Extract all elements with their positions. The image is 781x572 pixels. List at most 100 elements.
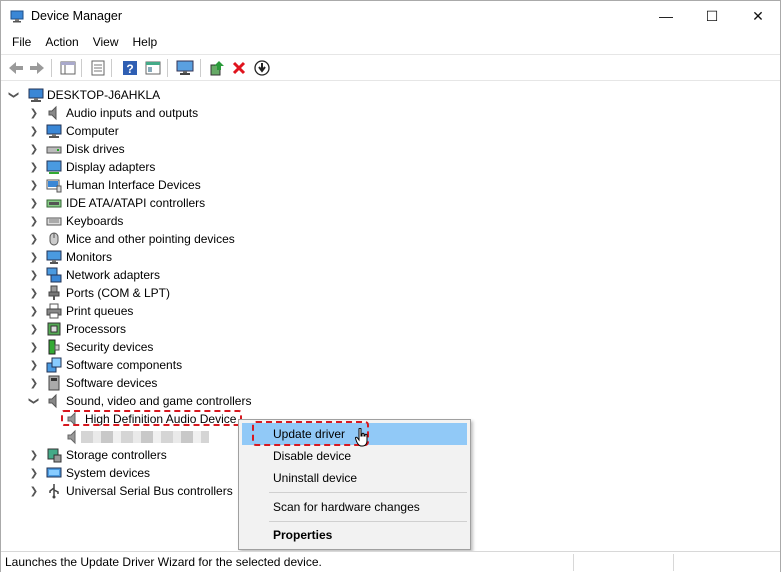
- update-driver-icon[interactable]: [208, 59, 226, 77]
- chevron-right-icon[interactable]: ❯: [29, 230, 39, 248]
- chevron-right-icon[interactable]: ❯: [29, 356, 39, 374]
- monitor-icon: [46, 250, 62, 264]
- status-divider: [573, 554, 574, 571]
- tree-item-label: Disk drives: [66, 142, 125, 156]
- chevron-right-icon[interactable]: ❯: [29, 212, 39, 230]
- tree-item-security-devices[interactable]: ❯ Security devices: [1, 338, 401, 356]
- tree-item-ports[interactable]: ❯ Ports (COM & LPT): [1, 284, 401, 302]
- tree-item-hid[interactable]: ❯ Human Interface Devices: [1, 176, 401, 194]
- chevron-right-icon[interactable]: ❯: [29, 338, 39, 356]
- disk-drive-icon: [46, 146, 62, 154]
- storage-icon: [47, 448, 62, 463]
- tree-item-label: Print queues: [66, 304, 134, 318]
- menu-separator: [269, 492, 467, 493]
- menu-item-uninstall-device[interactable]: Uninstall device: [242, 467, 467, 489]
- chevron-right-icon[interactable]: ❯: [29, 176, 39, 194]
- usb-icon: [49, 484, 59, 499]
- tree-item-label: Monitors: [66, 250, 113, 264]
- menu-view[interactable]: View: [86, 32, 126, 53]
- chevron-down-icon[interactable]: ❯: [25, 396, 43, 406]
- uninstall-icon[interactable]: [230, 59, 248, 77]
- chevron-right-icon[interactable]: ❯: [29, 140, 39, 158]
- tree-item-software-components[interactable]: ❯ Software components: [1, 356, 401, 374]
- tree-item-label: Mice and other pointing devices: [66, 232, 235, 246]
- help-icon[interactable]: ?: [121, 59, 139, 77]
- chevron-right-icon[interactable]: ❯: [29, 374, 39, 392]
- menu-help[interactable]: Help: [126, 32, 165, 53]
- network-adapter-icon: [46, 267, 62, 283]
- monitor-icon[interactable]: [176, 59, 194, 77]
- tree-item-print-queues[interactable]: ❯ Print queues: [1, 302, 401, 320]
- chevron-right-icon[interactable]: ❯: [29, 104, 39, 122]
- device-manager-window: Device Manager — ☐ ✕ File Action View He…: [0, 0, 781, 572]
- tree-item-label: Human Interface Devices: [66, 178, 201, 192]
- tree-item-keyboards[interactable]: ❯ Keyboards: [1, 212, 401, 230]
- status-text: Launches the Update Driver Wizard for th…: [5, 555, 322, 569]
- mouse-icon: [49, 232, 59, 246]
- menu-item-scan-hardware[interactable]: Scan for hardware changes: [242, 496, 467, 518]
- update-driver-annotation: [252, 421, 369, 446]
- tree-item-display-adapters[interactable]: ❯ Display adapters: [1, 158, 401, 176]
- chevron-right-icon[interactable]: ❯: [29, 158, 39, 176]
- chevron-right-icon[interactable]: ❯: [29, 194, 39, 212]
- display-adapter-icon: [46, 160, 62, 174]
- menu-item-properties[interactable]: Properties: [242, 524, 467, 546]
- tree-item-sound-video[interactable]: ❯ Sound, video and game controllers: [1, 392, 401, 410]
- maximize-button[interactable]: ☐: [689, 1, 735, 31]
- chevron-right-icon[interactable]: ❯: [29, 266, 39, 284]
- speaker-icon: [48, 393, 57, 409]
- status-divider: [673, 554, 674, 571]
- tree-item-software-devices[interactable]: ❯ Software devices: [1, 374, 401, 392]
- menu-separator: [269, 521, 467, 522]
- software-device-icon: [48, 375, 60, 391]
- chevron-right-icon[interactable]: ❯: [29, 464, 39, 482]
- tree-item-mice[interactable]: ❯ Mice and other pointing devices: [1, 230, 401, 248]
- tree-item-label: Display adapters: [66, 160, 156, 174]
- tree-item-label: Universal Serial Bus controllers: [66, 484, 233, 498]
- mouse-cursor-icon: [355, 428, 368, 447]
- tree-item-label: IDE ATA/ATAPI controllers: [66, 196, 206, 210]
- menu-bar: File Action View Help: [1, 32, 780, 53]
- chevron-right-icon[interactable]: ❯: [29, 482, 39, 500]
- chevron-right-icon[interactable]: ❯: [29, 248, 39, 266]
- show-hide-console-tree-icon[interactable]: [59, 59, 77, 77]
- tree-item-audio-inputs[interactable]: ❯ Audio inputs and outputs: [1, 104, 401, 122]
- back-icon[interactable]: [7, 59, 25, 77]
- tree-item-network-adapters[interactable]: ❯ Network adapters: [1, 266, 401, 284]
- chevron-right-icon[interactable]: ❯: [29, 122, 39, 140]
- computer-icon: [28, 88, 44, 102]
- computer-icon: [46, 124, 62, 138]
- tree-item-monitors[interactable]: ❯ Monitors: [1, 248, 401, 266]
- close-button[interactable]: ✕: [735, 1, 781, 31]
- security-device-icon: [48, 339, 60, 355]
- tree-item-label: Audio inputs and outputs: [66, 106, 199, 120]
- download-icon[interactable]: [253, 59, 271, 77]
- chevron-right-icon[interactable]: ❯: [29, 320, 39, 338]
- properties-icon[interactable]: [89, 59, 107, 77]
- tree-item-processors[interactable]: ❯ Processors: [1, 320, 401, 338]
- svg-text:?: ?: [126, 62, 133, 76]
- tree-item-label: Keyboards: [66, 214, 124, 228]
- tree-item-computer[interactable]: ❯ Computer: [1, 122, 401, 140]
- menu-file[interactable]: File: [5, 32, 38, 53]
- chevron-down-icon[interactable]: ❯: [5, 90, 23, 100]
- tree-item-disk-drives[interactable]: ❯ Disk drives: [1, 140, 401, 158]
- software-component-icon: [46, 357, 62, 373]
- system-device-icon: [46, 467, 62, 478]
- chevron-right-icon[interactable]: ❯: [29, 284, 39, 302]
- menu-action[interactable]: Action: [38, 32, 85, 53]
- tree-item-label: Software components: [66, 358, 183, 372]
- ide-controller-icon: [46, 199, 62, 208]
- printer-icon: [46, 303, 62, 319]
- tree-item-ide[interactable]: ❯ IDE ATA/ATAPI controllers: [1, 194, 401, 212]
- chevron-right-icon[interactable]: ❯: [29, 446, 39, 464]
- tree-root[interactable]: ❯ DESKTOP-J6AHKLA: [1, 86, 301, 104]
- menu-item-disable-device[interactable]: Disable device: [242, 445, 467, 467]
- title-bar[interactable]: Device Manager — ☐ ✕: [1, 1, 780, 32]
- hid-icon: [46, 179, 62, 193]
- speaker-icon: [67, 429, 76, 445]
- chevron-right-icon[interactable]: ❯: [29, 302, 39, 320]
- forward-icon[interactable]: [28, 59, 46, 77]
- view-icon[interactable]: [144, 59, 162, 77]
- minimize-button[interactable]: —: [643, 1, 689, 31]
